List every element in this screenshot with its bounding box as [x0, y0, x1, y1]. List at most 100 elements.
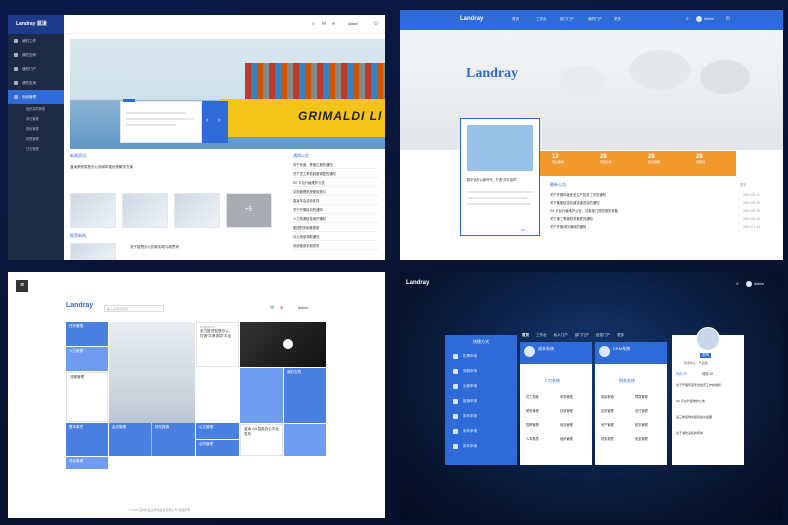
stat-item[interactable]: 12 待办事项 [552, 154, 564, 164]
notice-item[interactable]: 人力资源信息维护通知 [293, 215, 378, 223]
tile-finance[interactable]: 财务报销 [152, 423, 195, 456]
notice-section-title[interactable]: 通知公告 [293, 153, 309, 159]
profile-toread[interactable]: 待阅 10 [702, 371, 713, 376]
quick-item[interactable]: 用车申请 [445, 424, 517, 439]
user-name[interactable]: Admin [704, 17, 714, 21]
tab-more[interactable]: 更多 [617, 333, 624, 337]
profile-line[interactable]: 关于消防演练的安排 [676, 431, 740, 438]
notice-item[interactable]: 文档管理系统使用指引 [293, 188, 378, 196]
user-name[interactable]: Admin [754, 282, 764, 286]
tile-image[interactable] [240, 368, 283, 423]
hero-text-card[interactable]: 2018-06-11 全力推进智慧办公，打造“共享协同”平台 [196, 322, 239, 367]
module-link[interactable]: 招聘管理 [526, 422, 539, 427]
notice-item[interactable]: 集团财务制度更新 [293, 224, 378, 232]
tile-more[interactable] [284, 424, 326, 456]
tab-dept-portal[interactable]: 部门门户 [560, 17, 574, 22]
tile-hr[interactable]: 人力资源 [66, 347, 108, 371]
stat-item[interactable]: 28 待阅文件 [600, 154, 612, 164]
module-link[interactable]: 税务管理 [635, 422, 648, 427]
tab-home[interactable]: 首页 [522, 333, 529, 337]
notice-item[interactable]: 蓝凌年会活动安排 [293, 197, 378, 205]
module-link[interactable]: 薪资管理 [526, 408, 539, 413]
sidebar-item-work[interactable]: 我的工作 [8, 34, 64, 48]
module-link[interactable]: 应收管理 [601, 408, 614, 413]
column-header[interactable]: CRM系统 [595, 342, 667, 364]
news-thumbnail[interactable] [174, 193, 220, 228]
tab-more[interactable]: 更多 [614, 17, 621, 22]
tab-info-portal[interactable]: 信息门户 [596, 333, 610, 337]
tab-dept-portal[interactable]: 部门门户 [575, 333, 589, 337]
tile-process[interactable]: 流程管理 [66, 372, 108, 422]
quick-item[interactable]: 出差申请 [445, 379, 517, 394]
search-icon[interactable]: ⌕ [686, 16, 689, 22]
sidebar-item-space[interactable]: 我的空间 [8, 48, 64, 62]
module-link[interactable]: 财务报表 [601, 436, 614, 441]
search-icon[interactable]: ⌕ [736, 281, 739, 287]
play-icon[interactable] [283, 339, 293, 349]
tab-workbench[interactable]: 工作台 [536, 333, 547, 337]
logout-icon[interactable]: ⏻ [726, 16, 730, 22]
profile-line[interactable]: 第三季度财务报表提交提醒 [676, 415, 740, 422]
sidebar-subitem[interactable]: 岗位管理 [8, 114, 64, 124]
next-arrow-icon[interactable]: › [218, 117, 220, 124]
hamburger-menu-icon[interactable]: ≡ [16, 280, 28, 292]
announcement-item[interactable]: 关于开展消防演练的通知 2017-07-24 [550, 224, 760, 231]
quick-item[interactable]: 用车申请 [445, 439, 517, 454]
module-link[interactable]: 预算管理 [635, 394, 648, 399]
news-thumbnail[interactable] [122, 193, 168, 228]
portal-logo[interactable]: Landray [66, 302, 93, 309]
tile-contract[interactable]: 合同管理 [196, 440, 239, 456]
related-section-title[interactable]: 推荐新闻 [70, 233, 86, 239]
sidebar-subitem[interactable]: 组织架构管理 [8, 104, 64, 114]
user-name[interactable]: Admin [348, 22, 358, 26]
featured-title[interactable]: 数字化办公新时代，打造“共享协同” [467, 177, 537, 182]
tile-my-docs[interactable]: 我的文档 [284, 368, 326, 423]
user-name[interactable]: Admin [298, 306, 308, 310]
sidebar-logo[interactable]: Landray 蓝凌 [8, 15, 64, 34]
avatar[interactable] [746, 281, 752, 287]
news-section-title[interactable]: 新闻资讯 [70, 153, 86, 159]
notice-item[interactable]: 关于开展培训的通知 [293, 206, 378, 214]
news-thumbnail-more[interactable]: +5 [226, 193, 272, 228]
notification-icon[interactable]: ● [332, 21, 335, 27]
tile-document[interactable]: 公文管理 [196, 423, 239, 439]
announcement-more[interactable]: 更多 [740, 182, 746, 187]
tile-news[interactable]: 蓝凌 OA 智能办公平台发布 [240, 424, 283, 456]
module-link[interactable]: 资产管理 [601, 422, 614, 427]
message-icon[interactable]: ✉ [322, 21, 326, 27]
quick-item[interactable]: 机票申请 [445, 349, 517, 364]
quick-item[interactable]: 报销申请 [445, 394, 517, 409]
sidebar-item-portal[interactable]: 我的门户 [8, 62, 64, 76]
announcement-item[interactable]: 关于开展年度安全生产检查工作的通知 2017-09-21 [550, 192, 760, 199]
search-input[interactable]: 输入关键词搜索 [104, 305, 164, 312]
module-link[interactable]: 员工档案 [526, 394, 539, 399]
banner-card[interactable] [120, 99, 202, 143]
related-thumbnail[interactable] [70, 243, 116, 260]
prev-arrow-icon[interactable]: ‹ [206, 117, 208, 124]
logout-icon[interactable]: ⏻ [374, 21, 378, 27]
notice-item[interactable]: KK 平台升级维护公告 [293, 179, 378, 187]
message-icon[interactable]: ✉ [270, 305, 274, 311]
tab-my-portal[interactable]: 我的门户 [588, 17, 602, 22]
notice-item[interactable]: 系统使用手册发布 [293, 242, 378, 250]
quick-item[interactable]: 用车申请 [445, 409, 517, 424]
module-link[interactable]: 考勤管理 [560, 394, 573, 399]
profile-todo[interactable]: 待办 20 [676, 371, 687, 376]
notification-icon[interactable]: ● [280, 305, 283, 311]
announcement-item[interactable]: 关于集团信息化建设推进会的通知 2017-09-18 [550, 200, 760, 207]
profile-line[interactable]: 关于开展年度安全检查工作的通知 [676, 383, 740, 390]
column-header[interactable]: 成本系统 [520, 342, 592, 364]
news-thumbnail[interactable] [70, 193, 116, 228]
announcement-item[interactable]: KK 平台升级维护公告，请各部门提前做好准备 2017-09-15 [550, 208, 760, 215]
portal-logo[interactable]: Landray [406, 280, 429, 286]
tab-home[interactable]: 首页 [512, 17, 519, 22]
notice-item[interactable]: 关于年度、季度汇报的通知 [293, 161, 378, 169]
module-link[interactable]: 应付管理 [635, 408, 648, 413]
tile-project[interactable]: 项目管理 [66, 457, 108, 469]
tile-meeting[interactable]: 会议管理 [109, 423, 151, 456]
module-link[interactable]: 组织管理 [560, 436, 573, 441]
stat-item[interactable]: 28 我的流程 [648, 154, 660, 164]
announcement-title[interactable]: 最新公告 [550, 182, 566, 188]
user-avatar[interactable] [696, 327, 720, 351]
sidebar-item-apps[interactable]: 我的应用 [8, 76, 64, 90]
